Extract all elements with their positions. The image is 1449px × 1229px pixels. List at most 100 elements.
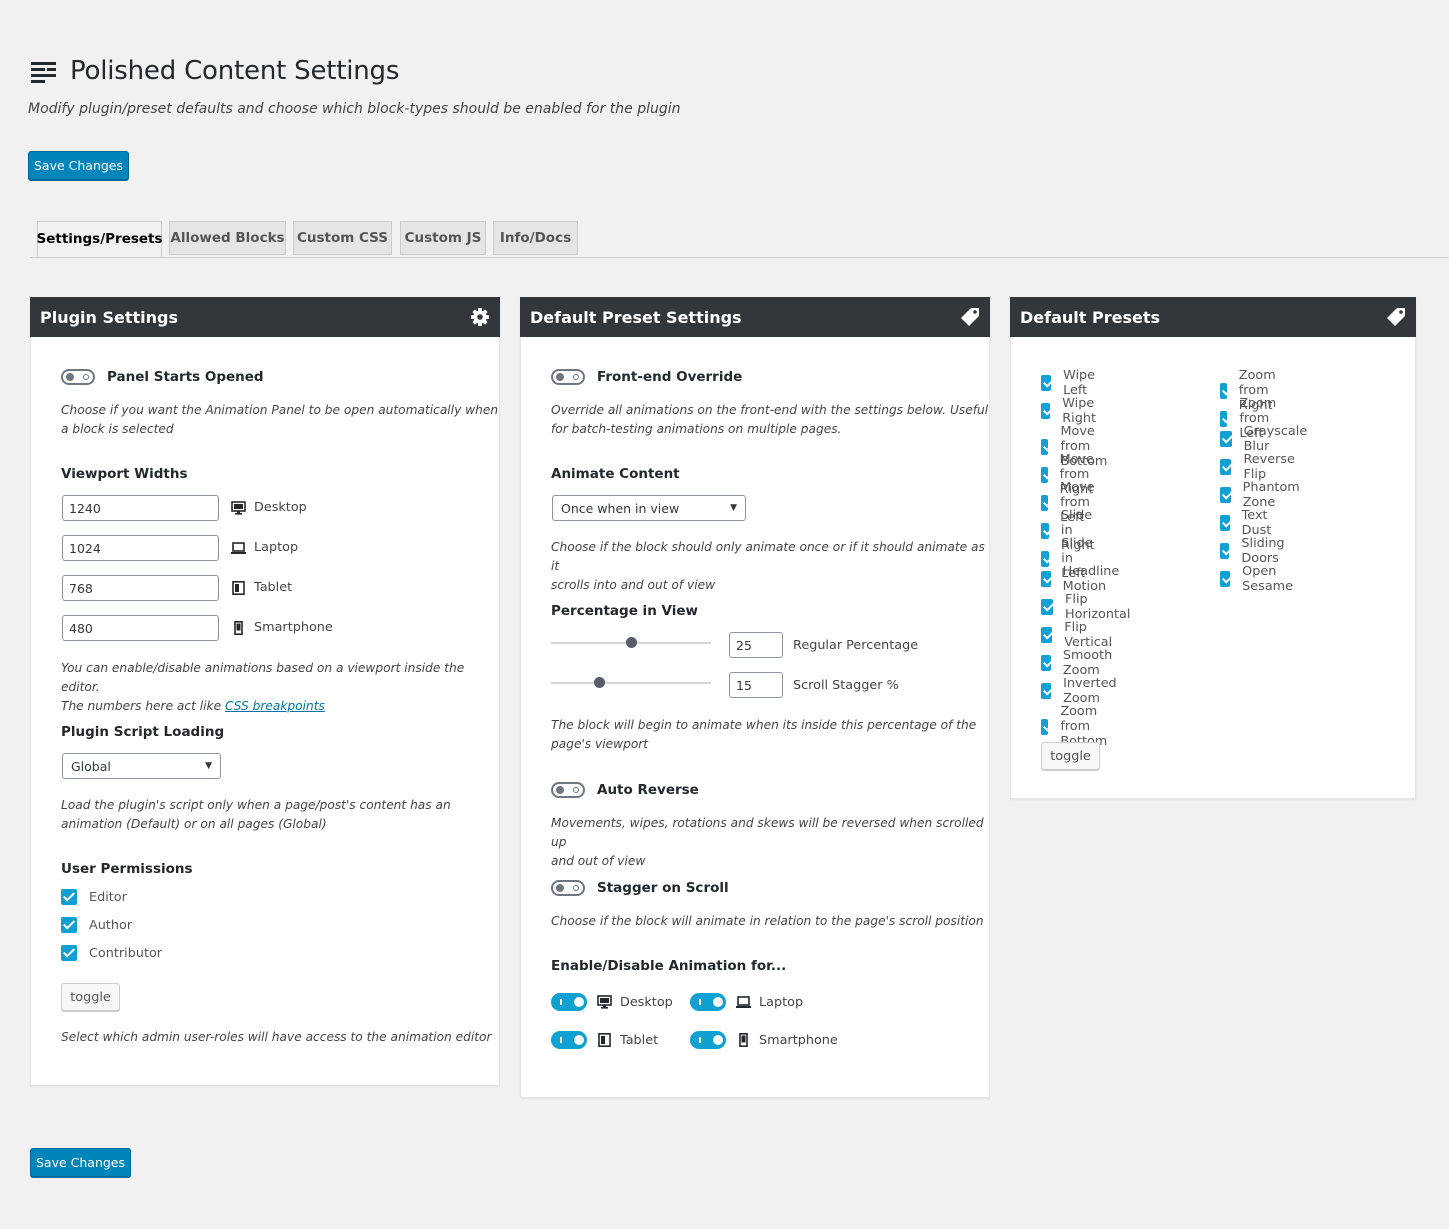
laptop-animation-toggle[interactable]	[690, 993, 726, 1011]
preset-settings-header: Default Preset Settings	[520, 297, 990, 337]
page-description: Modify plugin/preset defaults and choose…	[28, 101, 681, 117]
preset-item[interactable]: Phantom Zone	[1220, 480, 1305, 510]
preset-label: Sliding Doors	[1241, 536, 1285, 566]
tab-custom-css[interactable]: Custom CSS	[293, 221, 392, 255]
preset-item[interactable]: Grayscale Blur	[1220, 424, 1312, 454]
stagger-on-scroll-label: Stagger on Scroll	[597, 880, 729, 896]
preset-item[interactable]: Flip Horizontal	[1041, 592, 1134, 622]
percentage-in-view-heading: Percentage in View	[551, 603, 698, 619]
checkbox-checked-icon[interactable]	[1220, 515, 1230, 531]
preset-item[interactable]: Headline Motion	[1041, 564, 1126, 594]
panel-help-text: Choose if you want the Animation Panel t…	[61, 401, 498, 439]
preset-item[interactable]: Wipe Right	[1041, 396, 1103, 426]
desktop-toggle-text: Desktop	[620, 994, 673, 1010]
preset-item[interactable]: Text Dust	[1220, 508, 1278, 538]
default-presets-panel: Default Presets Wipe Left Wipe Right Move …	[1010, 297, 1416, 799]
save-changes-button-bottom[interactable]: Save Changes	[30, 1148, 131, 1177]
scroll-stagger-input[interactable]: 15	[729, 672, 783, 698]
smartphone-icon	[739, 1033, 748, 1047]
checkbox-checked-icon[interactable]	[1041, 375, 1052, 391]
plugin-settings-header: Plugin Settings	[30, 297, 500, 337]
tab-custom-js[interactable]: Custom JS	[400, 221, 486, 255]
tab-allowed-blocks[interactable]: Allowed Blocks	[169, 221, 286, 255]
scroll-stagger-slider[interactable]	[551, 677, 711, 688]
checkbox-checked-icon[interactable]	[1041, 627, 1053, 643]
regular-percentage-slider[interactable]	[551, 637, 711, 648]
preset-item[interactable]: Sliding Doors	[1220, 536, 1291, 566]
checkbox-checked-icon[interactable]	[1041, 655, 1051, 671]
permissions-toggle-button[interactable]: toggle	[61, 983, 120, 1011]
script-loading-heading: Plugin Script Loading	[61, 724, 225, 740]
save-changes-button-top[interactable]: Save Changes	[28, 151, 129, 180]
permission-author-row[interactable]: Author	[61, 917, 132, 933]
script-help-line-2: animation (Default) or on all pages (Glo…	[61, 817, 327, 831]
checkbox-checked-icon[interactable]	[1041, 599, 1054, 615]
desktop-icon	[597, 995, 612, 1009]
tab-bar: Settings/Presets Allowed Blocks Custom C…	[30, 221, 1449, 258]
permission-author-label: Author	[89, 917, 133, 933]
device-smartphone-row: Smartphone	[690, 1031, 838, 1049]
checkbox-checked-icon[interactable]	[61, 945, 77, 961]
device-laptop-row: Laptop	[690, 993, 803, 1011]
preset-item[interactable]: Open Sesame	[1220, 564, 1299, 594]
tab-info-docs[interactable]: Info/Docs	[493, 221, 578, 255]
css-breakpoints-link[interactable]: CSS breakpoints	[225, 699, 325, 713]
viewport-tablet-input[interactable]: 768	[62, 575, 219, 601]
desktop-animation-toggle[interactable]	[551, 993, 587, 1011]
regular-slider-thumb[interactable]	[626, 637, 637, 648]
checkbox-checked-icon[interactable]	[61, 889, 77, 905]
checkbox-checked-icon[interactable]	[1041, 403, 1051, 419]
checkbox-checked-icon[interactable]	[1220, 431, 1232, 447]
smartphone-toggle-text: Smartphone	[759, 1032, 838, 1048]
preset-item[interactable]: Flip Vertical	[1041, 620, 1117, 650]
preset-label: Inverted Zoom	[1063, 676, 1117, 706]
viewport-desktop-input[interactable]: 1240	[62, 495, 219, 521]
permission-contributor-row[interactable]: Contributor	[61, 945, 162, 961]
laptop-toggle-label: Laptop	[736, 995, 803, 1010]
default-preset-settings-panel: Default Preset Settings Front-end Overri…	[520, 297, 990, 1098]
user-permissions-heading: User Permissions	[61, 861, 193, 877]
panel-title: Default Presets	[1020, 307, 1160, 327]
auto-reverse-label: Auto Reverse	[597, 782, 699, 798]
checkbox-checked-icon[interactable]	[61, 917, 77, 933]
checkbox-checked-icon[interactable]	[1041, 683, 1052, 699]
animate-help-line-1: Choose if the block should only animate …	[551, 540, 985, 573]
preset-item[interactable]: Reverse Flip	[1220, 452, 1299, 482]
preset-item[interactable]: Inverted Zoom	[1041, 676, 1123, 706]
checkbox-checked-icon[interactable]	[1220, 459, 1232, 475]
animate-content-heading: Animate Content	[551, 466, 680, 482]
script-loading-select[interactable]: Global ▼	[62, 753, 221, 779]
preset-label: Phantom Zone	[1242, 480, 1300, 510]
panel-starts-opened-row: Panel Starts Opened	[61, 369, 264, 385]
panel-starts-opened-toggle[interactable]	[61, 369, 95, 385]
plugin-settings-panel: Plugin Settings Panel Starts Opened Choo…	[30, 297, 500, 1086]
auto-reverse-toggle[interactable]	[551, 782, 585, 798]
preset-label: Text Dust	[1241, 508, 1272, 538]
tablet-icon	[232, 580, 245, 595]
preset-item[interactable]: Smooth Zoom	[1041, 648, 1118, 678]
percent-help-line-1: The block will begin to animate when its…	[551, 718, 977, 732]
checkbox-checked-icon[interactable]	[1041, 718, 1049, 735]
preset-item[interactable]: Wipe Left	[1041, 368, 1101, 398]
regular-percentage-input[interactable]: 25	[729, 632, 783, 658]
presets-toggle-button[interactable]: toggle	[1041, 742, 1100, 770]
animate-content-select[interactable]: Once when in view ▼	[552, 495, 746, 521]
viewport-laptop-input[interactable]: 1024	[62, 535, 219, 561]
permission-editor-row[interactable]: Editor	[61, 889, 127, 905]
smartphone-animation-toggle[interactable]	[690, 1031, 726, 1049]
reverse-help-text: Movements, wipes, rotations and skews wi…	[551, 814, 989, 871]
checkbox-checked-icon[interactable]	[1220, 571, 1231, 587]
panel-starts-opened-label: Panel Starts Opened	[107, 369, 264, 385]
preset-label: Smooth Zoom	[1062, 648, 1113, 678]
front-end-override-toggle[interactable]	[551, 369, 585, 385]
tablet-animation-toggle[interactable]	[551, 1031, 587, 1049]
stagger-on-scroll-toggle[interactable]	[551, 880, 585, 896]
checkbox-checked-icon[interactable]	[1041, 571, 1051, 587]
reverse-help-line-1: Movements, wipes, rotations and skews wi…	[551, 816, 984, 849]
viewport-smartphone-input[interactable]: 480	[62, 615, 219, 641]
checkbox-checked-icon[interactable]	[1220, 543, 1230, 559]
viewport-help-text: You can enable/disable animations based …	[61, 659, 499, 716]
checkbox-checked-icon[interactable]	[1220, 487, 1231, 503]
tab-settings-presets[interactable]: Settings/Presets	[36, 221, 163, 257]
stagger-slider-thumb[interactable]	[594, 677, 605, 688]
